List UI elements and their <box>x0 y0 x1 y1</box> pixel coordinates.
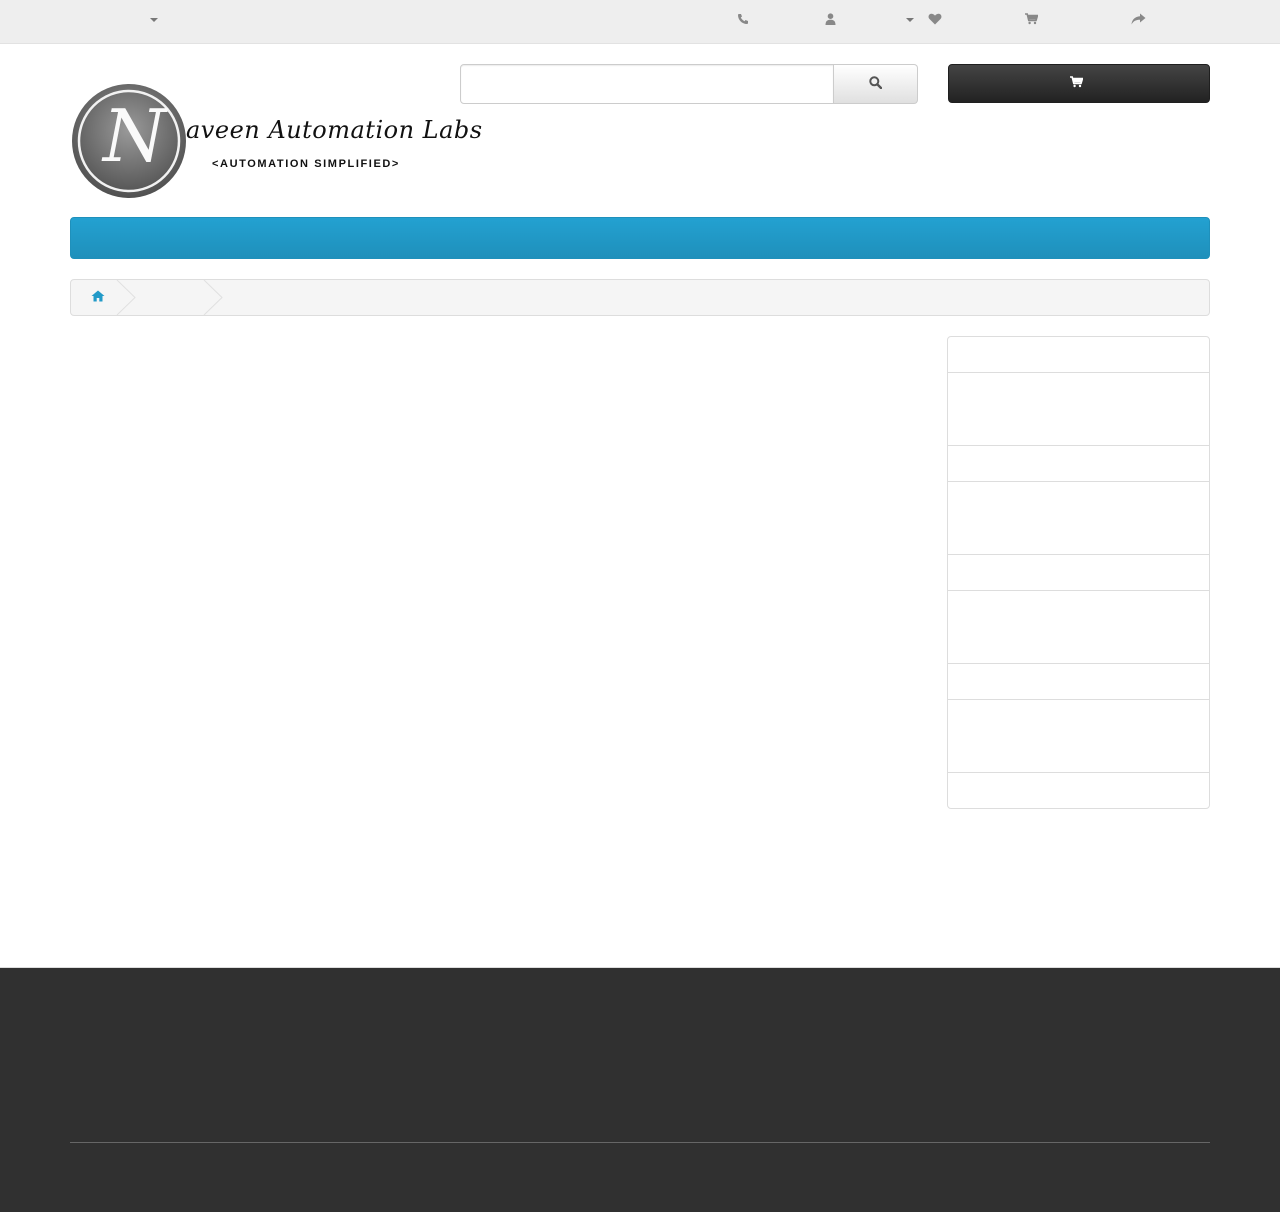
breadcrumb-item[interactable] <box>141 280 201 315</box>
share-icon <box>1131 13 1146 28</box>
home-icon <box>91 290 105 305</box>
store-logo[interactable]: N aveen Automation Labs <AUTOMATION SIMP… <box>70 82 482 200</box>
list-item[interactable] <box>947 590 1210 664</box>
breadcrumb-home[interactable] <box>91 280 105 315</box>
user-icon <box>825 12 836 28</box>
main-menu <box>70 217 1210 259</box>
breadcrumb-separator <box>203 280 223 315</box>
checkout-link[interactable] <box>1131 0 1146 40</box>
search-input[interactable] <box>460 64 834 104</box>
search-icon <box>869 76 883 92</box>
search-group <box>460 64 918 104</box>
footer <box>0 967 1280 1212</box>
heart-icon <box>928 13 942 28</box>
logo-brand-text: aveen Automation Labs <box>186 116 483 144</box>
currency-dropdown[interactable] <box>150 0 158 40</box>
list-item[interactable] <box>947 372 1210 446</box>
contact-link[interactable] <box>737 0 749 40</box>
logo-tagline: <AUTOMATION SIMPLIFIED> <box>212 158 400 170</box>
list-item[interactable] <box>947 699 1210 773</box>
shopping-cart-link[interactable] <box>1025 0 1039 40</box>
footer-divider <box>70 1142 1210 1143</box>
list-item[interactable] <box>947 663 1210 700</box>
wishlist-link[interactable] <box>928 0 942 40</box>
list-item[interactable] <box>947 481 1210 555</box>
caret-down-icon <box>150 18 158 22</box>
list-item[interactable] <box>947 554 1210 591</box>
phone-icon <box>737 13 749 28</box>
list-item[interactable] <box>947 772 1210 809</box>
top-bar <box>0 0 1280 44</box>
breadcrumb-separator <box>116 280 136 315</box>
cart-total-button[interactable] <box>948 64 1210 103</box>
shopping-cart-icon <box>1069 76 1084 91</box>
account-caret[interactable] <box>906 0 914 40</box>
breadcrumb-item[interactable] <box>229 280 289 315</box>
search-button[interactable] <box>834 64 918 104</box>
breadcrumb <box>70 279 1210 316</box>
my-account-dropdown[interactable] <box>825 0 836 40</box>
logo-initial: N <box>103 94 166 178</box>
list-item[interactable] <box>947 336 1210 373</box>
caret-down-icon <box>906 18 914 22</box>
shopping-cart-icon <box>1025 12 1039 28</box>
account-sidebar <box>947 336 1210 809</box>
list-item[interactable] <box>947 445 1210 482</box>
